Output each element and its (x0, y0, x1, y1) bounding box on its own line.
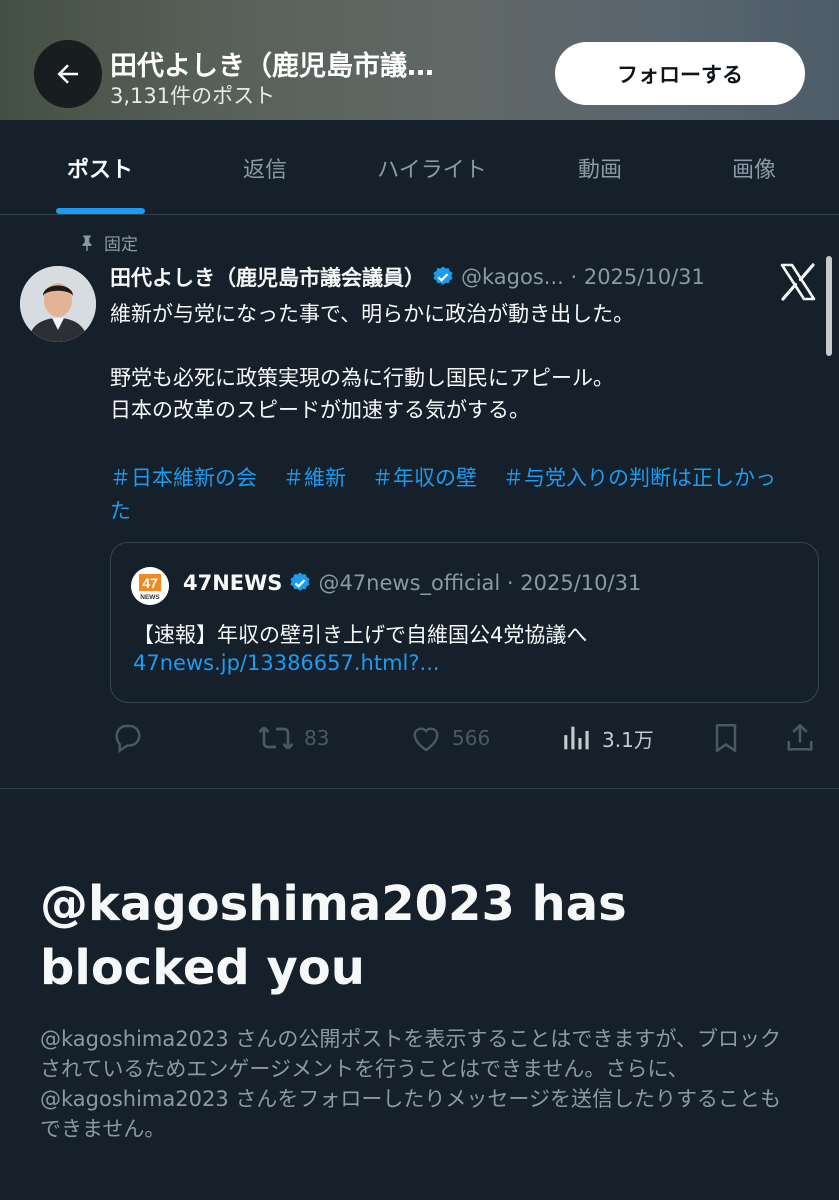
47news-logo-number: 47 (142, 575, 158, 591)
verified-badge-icon (433, 266, 453, 285)
retweet-count: 83 (304, 726, 330, 750)
bookmark-icon (715, 723, 737, 753)
view-count: 3.1万 (602, 727, 654, 752)
tweet-line: 日本の改革のスピードが加速する気がする。 (110, 398, 530, 422)
retweet-button[interactable]: 83 (256, 716, 329, 760)
tab-videos[interactable]: 動画 (540, 120, 660, 215)
tweet-author-name[interactable]: 田代よしき（鹿児島市議会議員） (110, 262, 425, 292)
tweet-line: 維新が与党になった事で、明らかに政治が動き出した。 (110, 302, 635, 326)
tweet-action-bar: 83 566 3.1万 (0, 716, 839, 760)
header-post-count: 3,131件のポスト (110, 84, 276, 108)
verified-badge-icon (290, 572, 311, 591)
tab-highlights[interactable]: ハイライト (358, 120, 506, 215)
analytics-icon (564, 726, 589, 750)
quote-text: 【速報】年収の壁引き上げで自維国公4党協議へ (133, 623, 588, 647)
follow-button[interactable]: フォローする (555, 42, 805, 105)
active-tab-indicator (56, 208, 145, 214)
reply-button[interactable] (110, 716, 146, 760)
reply-icon (115, 724, 141, 754)
tab-replies[interactable]: 返信 (200, 120, 330, 215)
tweet-text: 維新が与党になった事で、明らかに政治が動き出した。 野党も必死に政策実現の為に行… (110, 298, 810, 426)
47news-logo-word: NEWS (140, 594, 160, 601)
hashtag-link[interactable]: ＃維新 (283, 466, 346, 490)
pinned-indicator: 固定 (78, 230, 138, 255)
tab-posts[interactable]: ポスト (30, 120, 170, 215)
views-button[interactable]: 3.1万 (560, 716, 654, 760)
tweet-line: 野党も必死に政策実現の為に行動し国民にアピール。 (110, 366, 614, 390)
blocked-title: @kagoshima2023 has blocked you (40, 876, 627, 996)
heart-icon (413, 727, 439, 752)
back-button[interactable] (34, 40, 102, 108)
quote-header: 47NEWS @47news_official · 2025/10/31 (183, 571, 641, 595)
47news-logo: 47 NEWS (131, 567, 169, 605)
pinned-label: 固定 (104, 235, 138, 255)
profile-tabs: ポスト 返信 ハイライト 動画 画像 (0, 120, 839, 215)
like-button[interactable]: 566 (408, 716, 490, 760)
scrollbar[interactable] (826, 256, 832, 356)
hashtag-link[interactable]: ＃日本維新の会 (110, 466, 257, 490)
like-count: 566 (452, 726, 491, 750)
header-profile-name: 田代よしき（鹿児島市議… (110, 51, 434, 82)
arrow-left-icon (57, 64, 78, 84)
tab-images[interactable]: 画像 (694, 120, 814, 215)
quote-handle-date: @47news_official · 2025/10/31 (318, 571, 642, 595)
hashtag-link[interactable]: ＃年収の壁 (372, 466, 477, 490)
share-icon (787, 723, 813, 751)
quote-link[interactable]: 47news.jp/13386657.html?... (133, 651, 440, 675)
blocked-description: @kagoshima2023 さんの公開ポストを表示することはできますが、ブロッ… (40, 1027, 781, 1141)
x-logo-icon (780, 263, 816, 301)
section-divider (0, 788, 839, 789)
share-button[interactable] (782, 716, 818, 760)
tweet-handle-date: @kagos... · 2025/10/31 (461, 265, 705, 289)
tweet-author-line: 田代よしき（鹿児島市議会議員） @kagos... · 2025/10/31 (110, 262, 705, 292)
bookmark-button[interactable] (708, 716, 744, 760)
quoted-tweet-card[interactable]: 47 NEWS 47NEWS @47news_official · 2025/1… (110, 542, 819, 703)
pin-icon (82, 235, 92, 251)
retweet-icon (258, 726, 294, 750)
quote-author-name: 47NEWS (183, 571, 283, 595)
avatar[interactable] (20, 266, 96, 342)
tweet-hashtags: ＃日本維新の会 ＃維新 ＃年収の壁 ＃与党入りの判断は正しかった (110, 462, 810, 528)
